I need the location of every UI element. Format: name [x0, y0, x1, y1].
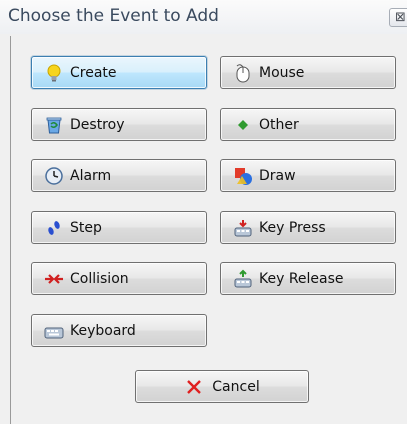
collision-event-label: Collision	[70, 270, 129, 287]
destroy-event-button[interactable]: Destroy	[31, 108, 207, 141]
shapes-icon	[233, 166, 253, 186]
dialog-title: Choose the Event to Add	[8, 6, 219, 26]
mouse-event-label: Mouse	[259, 64, 305, 81]
footsteps-icon	[44, 218, 64, 238]
other-event-button[interactable]: Other	[220, 108, 396, 141]
clock-icon	[44, 166, 64, 186]
step-event-label: Step	[70, 219, 102, 236]
alarm-event-label: Alarm	[70, 167, 112, 184]
destroy-event-label: Destroy	[70, 116, 125, 133]
collision-arrows-icon	[44, 269, 64, 289]
key-release-event-button[interactable]: Key Release	[220, 262, 396, 295]
key-release-event-label: Key Release	[259, 270, 344, 287]
lightbulb-icon	[44, 63, 64, 83]
event-panel: Create Mouse Destroy Other Alarm Draw St…	[10, 36, 407, 424]
keyboard-release-icon	[233, 269, 253, 289]
create-event-label: Create	[70, 64, 117, 81]
create-event-button[interactable]: Create	[31, 56, 207, 89]
draw-event-label: Draw	[259, 167, 296, 184]
keyboard-press-icon	[233, 218, 253, 238]
title-bar: Choose the Event to Add ⊠	[0, 0, 407, 34]
collision-event-button[interactable]: Collision	[31, 262, 207, 295]
alarm-event-button[interactable]: Alarm	[31, 159, 207, 192]
cancel-button[interactable]: Cancel	[135, 370, 309, 403]
mouse-icon	[233, 63, 253, 83]
key-press-event-label: Key Press	[259, 219, 326, 236]
key-press-event-button[interactable]: Key Press	[220, 211, 396, 244]
other-event-label: Other	[259, 116, 299, 133]
keyboard-event-button[interactable]: Keyboard	[31, 314, 207, 347]
choose-event-dialog: Choose the Event to Add ⊠ Create Mouse D…	[0, 0, 407, 424]
step-event-button[interactable]: Step	[31, 211, 207, 244]
red-x-icon	[184, 377, 204, 397]
diamond-icon	[233, 115, 253, 135]
close-button[interactable]: ⊠	[389, 8, 407, 27]
keyboard-icon	[44, 321, 64, 341]
draw-event-button[interactable]: Draw	[220, 159, 396, 192]
mouse-event-button[interactable]: Mouse	[220, 56, 396, 89]
trash-bin-icon	[44, 115, 64, 135]
keyboard-event-label: Keyboard	[70, 322, 136, 339]
cancel-label: Cancel	[212, 378, 260, 395]
